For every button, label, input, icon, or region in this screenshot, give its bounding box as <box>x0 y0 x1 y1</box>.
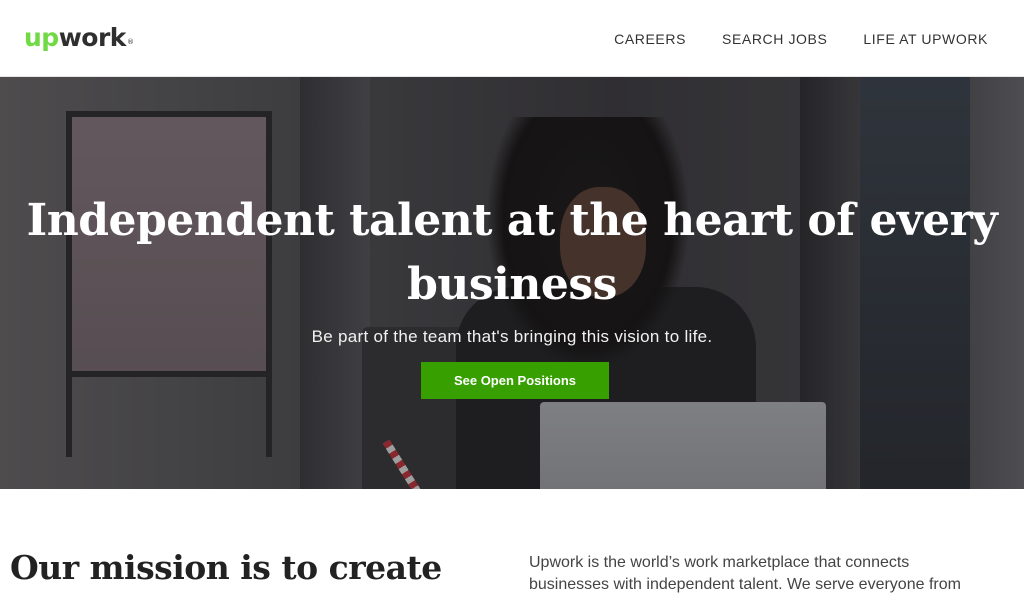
nav-careers[interactable]: CAREERS <box>614 31 686 47</box>
mission-text-line: businesses with independent talent. We s… <box>529 576 961 593</box>
mission-heading: Our mission is to create <box>10 548 442 587</box>
upwork-logo[interactable]: upwork® <box>24 22 134 54</box>
logo-work-text: work <box>58 23 127 52</box>
main-nav: CAREERS SEARCH JOBS LIFE AT UPWORK <box>614 31 988 47</box>
nav-search-jobs[interactable]: SEARCH JOBS <box>722 31 827 47</box>
hero-title-line: business <box>407 259 617 310</box>
logo-up-text: up <box>24 23 59 52</box>
nav-life-at-upwork[interactable]: LIFE AT UPWORK <box>863 31 988 47</box>
hero-banner: Independent talent at the heart of every… <box>0 77 1024 489</box>
logo-trademark: ® <box>126 38 134 46</box>
hero-title-line: Independent talent at the heart of every <box>26 195 998 246</box>
mission-text-line: Upwork is the world’s work marketplace t… <box>529 554 910 571</box>
hero-title: Independent talent at the heart of every… <box>0 189 1024 317</box>
site-header: upwork® CAREERS SEARCH JOBS LIFE AT UPWO… <box>0 0 1024 77</box>
mission-text: Upwork is the world’s work marketplace t… <box>529 552 1009 596</box>
hero-subtitle: Be part of the team that's bringing this… <box>311 327 713 346</box>
see-open-positions-button[interactable]: See Open Positions <box>421 362 609 399</box>
